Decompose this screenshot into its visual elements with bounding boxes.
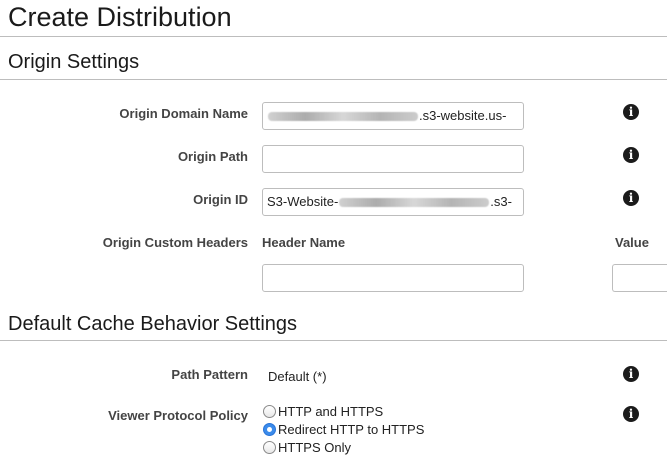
section-title-origin-settings: Origin Settings (8, 51, 140, 73)
header-name-column-label: Header Name (262, 235, 346, 250)
info-icon[interactable]: i (623, 366, 639, 382)
create-distribution-page: Create Distribution Origin Settings Orig… (0, 0, 667, 463)
redacted-text (339, 198, 490, 208)
origin-id-label: Origin ID (193, 192, 248, 207)
origin-id-value-prefix: S3-Website- (267, 194, 339, 209)
radio-label: HTTP and HTTPS (278, 404, 384, 419)
value-column-label: Value (615, 235, 649, 250)
path-pattern-value: Default (*) (268, 369, 327, 384)
origin-custom-headers-label: Origin Custom Headers (102, 235, 248, 250)
origin-path-input[interactable] (262, 145, 524, 173)
cache-behavior-divider (0, 340, 667, 341)
origin-domain-name-input[interactable]: .s3-website.us- (262, 102, 524, 130)
title-divider (0, 36, 667, 37)
radio-label: Redirect HTTP to HTTPS (278, 422, 425, 437)
section-title-default-cache-behavior: Default Cache Behavior Settings (8, 313, 298, 335)
path-pattern-label: Path Pattern (171, 367, 248, 382)
info-icon[interactable]: i (623, 406, 639, 422)
radio-label: HTTPS Only (278, 440, 351, 455)
origin-settings-divider (0, 79, 667, 80)
info-icon[interactable]: i (623, 104, 639, 120)
header-value-input[interactable] (612, 264, 667, 292)
page-title: Create Distribution (8, 2, 232, 32)
header-name-input[interactable] (262, 264, 524, 292)
origin-id-value-suffix: .s3- (490, 194, 512, 209)
origin-domain-name-label: Origin Domain Name (119, 106, 248, 121)
origin-path-label: Origin Path (177, 149, 248, 164)
origin-domain-name-value-suffix: .s3-website.us- (419, 108, 507, 123)
viewer-protocol-policy-label: Viewer Protocol Policy (108, 408, 248, 423)
info-icon[interactable]: i (623, 147, 639, 163)
info-icon[interactable]: i (623, 190, 639, 206)
radio-button[interactable] (263, 441, 276, 454)
radio-button[interactable] (263, 405, 276, 418)
origin-id-input[interactable]: S3-Website- .s3- (262, 188, 524, 216)
redacted-text (268, 112, 418, 122)
radio-option-redirect-http-to-https[interactable]: Redirect HTTP to HTTPS (263, 421, 424, 438)
radio-button-selected[interactable] (263, 423, 276, 436)
radio-option-http-and-https[interactable]: HTTP and HTTPS (263, 403, 383, 420)
radio-option-https-only[interactable]: HTTPS Only (263, 439, 351, 456)
